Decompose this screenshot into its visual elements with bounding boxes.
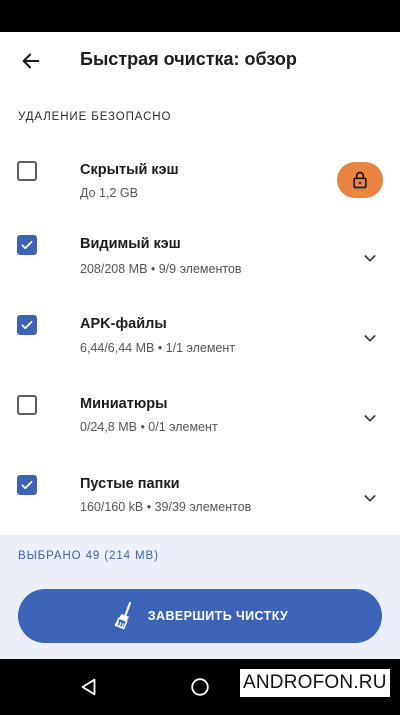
expand-button[interactable] [360, 408, 380, 428]
checkmark-icon [21, 240, 33, 250]
finish-button-label: ЗАВЕРШИТЬ ЧИСТКУ [147, 609, 289, 623]
lock-icon [353, 171, 367, 189]
nav-back-button[interactable] [75, 673, 103, 701]
list-item-apk-files[interactable]: APK-файлы 6,44/6,44 MB • 1/1 элемент [0, 298, 400, 374]
quick-clean-review-screen: Быстрая очистка: обзор УДАЛЕНИЕ БЕЗОПАСН… [0, 32, 400, 659]
chevron-down-icon [364, 255, 376, 262]
section-label: УДАЛЕНИЕ БЕЗОПАСНО [18, 111, 172, 123]
page-title: Быстрая очистка: обзор [80, 49, 297, 69]
nav-home-button[interactable] [186, 673, 214, 701]
list-item-thumbnails[interactable]: Миниатюры 0/24,8 MB • 0/1 элемент [0, 378, 400, 454]
checkmark-icon [21, 480, 33, 490]
item-subtitle: 160/160 kB • 39/39 элементов [80, 500, 252, 514]
finish-cleaning-button[interactable]: ЗАВЕРШИТЬ ЧИСТКУ [18, 589, 382, 643]
chevron-down-icon [364, 335, 376, 342]
item-title: Видимый кэш [80, 236, 181, 252]
empty-folders-checkbox[interactable] [17, 475, 37, 495]
item-title: Пустые папки [80, 476, 180, 492]
apk-files-checkbox[interactable] [17, 315, 37, 335]
triangle-back-icon [81, 678, 96, 696]
thumbnails-checkbox[interactable] [17, 395, 37, 415]
app-bar: Быстрая очистка: обзор [0, 32, 400, 90]
expand-button[interactable] [360, 488, 380, 508]
watermark: ANDROFON.RU [240, 669, 390, 697]
visible-cache-checkbox[interactable] [17, 235, 37, 255]
circle-home-icon [191, 678, 209, 696]
checkmark-icon [21, 320, 33, 330]
bottom-panel: ВЫБРАНО 49 (214 MB) ЗАВЕРШИТЬ ЧИСТКУ [0, 535, 400, 659]
list-item-hidden-cache[interactable]: Скрытый кэш До 1,2 GB [0, 142, 400, 218]
arrow-left-icon [22, 53, 40, 69]
selection-summary: ВЫБРАНО 49 (214 MB) [18, 550, 159, 562]
status-bar [0, 0, 400, 32]
expand-button[interactable] [360, 328, 380, 348]
lock-button[interactable] [337, 162, 383, 198]
expand-button[interactable] [360, 248, 380, 268]
hidden-cache-checkbox[interactable] [17, 161, 37, 181]
chevron-down-icon [364, 495, 376, 502]
broom-icon [112, 601, 138, 631]
item-subtitle: До 1,2 GB [80, 186, 138, 200]
item-subtitle: 6,44/6,44 MB • 1/1 элемент [80, 341, 236, 355]
list-item-visible-cache[interactable]: Видимый кэш 208/208 MB • 9/9 элементов [0, 218, 400, 294]
back-button[interactable] [14, 44, 48, 78]
item-subtitle: 208/208 MB • 9/9 элементов [80, 262, 242, 276]
item-title: APK-файлы [80, 316, 167, 332]
chevron-down-icon [364, 415, 376, 422]
item-title: Скрытый кэш [80, 162, 179, 178]
item-subtitle: 0/24,8 MB • 0/1 элемент [80, 420, 218, 434]
item-title: Миниатюры [80, 396, 168, 412]
list-item-empty-folders[interactable]: Пустые папки 160/160 kB • 39/39 элементо… [0, 458, 400, 534]
